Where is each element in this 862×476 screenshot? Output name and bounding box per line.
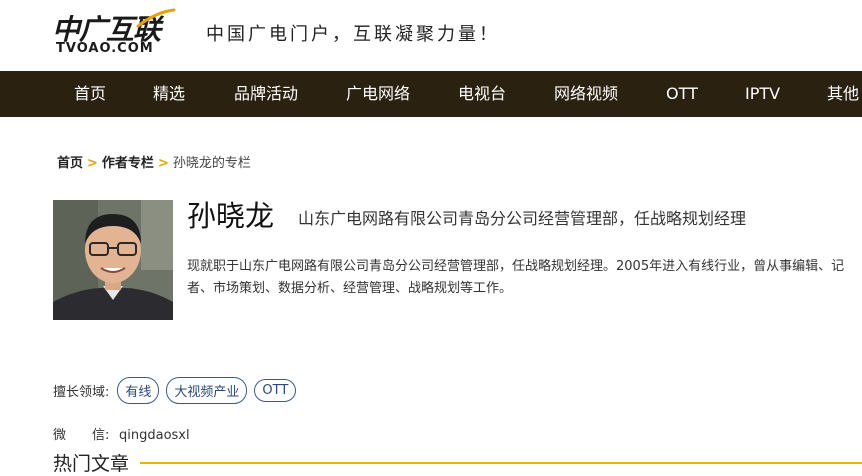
author-photo [53,200,173,320]
expertise-tag-big-video[interactable]: 大视频产业 [166,376,248,404]
nav-item-brand-events[interactable]: 品牌活动 [234,71,298,117]
breadcrumb-author-column[interactable]: 作者专栏 [102,156,154,171]
site-slogan: 中国广电门户，互联凝聚力量！ [206,24,500,45]
expertise-tag-ott[interactable]: OTT [254,378,297,402]
nav-item-featured[interactable]: 精选 [153,71,185,117]
logo-domain: TVOAO.COM [56,41,154,56]
wechat-id: qingdaosxl [119,428,190,443]
author-avatar [53,200,173,320]
nav-item-tv-station[interactable]: 电视台 [458,71,506,117]
site-logo[interactable]: 中广互联 TVOAO.COM [52,8,176,60]
nav-item-iptv[interactable]: IPTV [745,71,780,117]
breadcrumb-home[interactable]: 首页 [57,156,83,171]
breadcrumb-current: 孙晓龙的专栏 [172,156,251,171]
expertise-tag-cable[interactable]: 有线 [117,376,160,404]
nav-item-online-video[interactable]: 网络视频 [554,71,618,117]
nav-item-home[interactable]: 首页 [74,71,106,117]
expertise-row: 擅长领域: 有线 大视频产业 OTT [53,376,303,404]
breadcrumb-separator: > [157,156,169,171]
popular-articles-title: 热门文章 [53,453,130,475]
breadcrumb: 首页 > 作者专栏 > 孙晓龙的专栏 [57,152,251,171]
site-header: 中广互联 TVOAO.COM 中国广电门户，互联凝聚力量！ [0,0,862,71]
expertise-label: 擅长领域: [53,384,110,400]
wechat-row: 微 信: qingdaosxl [53,424,190,443]
nav-item-cable-network[interactable]: 广电网络 [346,71,410,117]
author-title: 山东广电网路有限公司青岛分公司经营管理部，任战略规划经理 [298,209,747,228]
wechat-label: 微 信: [53,428,110,443]
main-nav: 首页 精选 品牌活动 广电网络 电视台 网络视频 OTT IPTV 其他 [0,71,862,117]
nav-item-other[interactable]: 其他 [827,71,859,117]
section-divider [140,462,862,464]
nav-item-ott[interactable]: OTT [666,71,698,117]
logo-swoosh-icon [136,8,176,28]
author-name: 孙晓龙 [187,199,275,233]
breadcrumb-separator: > [87,156,98,171]
author-bio: 现就职于山东广电网路有限公司青岛分公司经营管理部，任战略规划经理。2005年进入… [187,259,845,296]
